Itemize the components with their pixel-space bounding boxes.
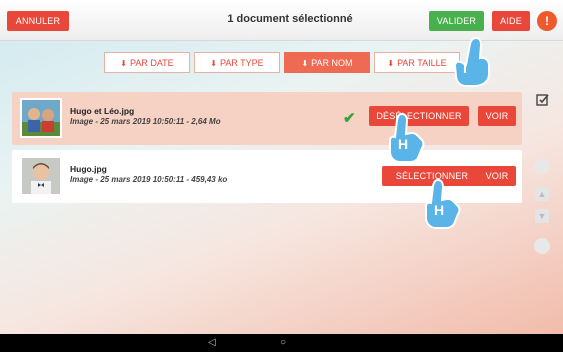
- document-meta: Image - 25 mars 2019 10:50:11 - 2,64 Mo: [70, 117, 221, 126]
- cancel-button[interactable]: ANNULER: [7, 11, 69, 31]
- view-button[interactable]: VOIR: [478, 166, 516, 186]
- photo-thumbnail: [20, 98, 62, 138]
- view-button[interactable]: VOIR: [478, 106, 516, 126]
- pointing-hand-icon: I: [450, 36, 492, 88]
- arrow-down-icon: ⬇: [210, 59, 217, 68]
- pointing-hand-icon: H: [386, 112, 428, 164]
- scroll-bottom-button[interactable]: [534, 238, 550, 254]
- hint-marker-label: I: [463, 60, 467, 76]
- sort-tab-label: PAR TAILLE: [397, 58, 447, 68]
- back-icon[interactable]: ◁: [208, 337, 216, 349]
- home-icon[interactable]: ○: [280, 337, 286, 349]
- validate-button[interactable]: VALIDER: [429, 11, 484, 31]
- arrow-down-icon: ⬇: [301, 59, 309, 68]
- help-button[interactable]: AIDE: [492, 11, 530, 31]
- sort-tab-label: PAR TYPE: [220, 58, 264, 68]
- sort-by-date-tab[interactable]: ⬇ PAR DATE: [104, 52, 190, 73]
- document-meta: Image - 25 mars 2019 10:50:11 - 459,43 k…: [70, 175, 228, 184]
- page-title: 1 document sélectionné: [227, 13, 353, 25]
- sort-by-type-tab[interactable]: ⬇ PAR TYPE: [194, 52, 280, 73]
- sort-by-name-tab[interactable]: ⬇ PAR NOM: [284, 52, 370, 73]
- more-options-button[interactable]: !: [537, 11, 557, 31]
- system-navigation-bar: ◁ ○: [0, 334, 563, 352]
- checkmark-icon: ✔: [343, 110, 356, 127]
- scroll-up-button[interactable]: ▲: [535, 187, 549, 201]
- hint-marker-label: H: [398, 136, 409, 152]
- photo-thumbnail: [20, 156, 62, 196]
- document-row[interactable]: Hugo et Léo.jpg Image - 25 mars 2019 10:…: [12, 92, 522, 145]
- scroll-down-button[interactable]: ▼: [535, 209, 549, 223]
- pointing-hand-icon: H: [422, 178, 464, 230]
- hint-marker-label: H: [434, 202, 445, 218]
- sort-tab-label: PAR DATE: [130, 58, 174, 68]
- sort-tab-label: PAR NOM: [311, 58, 353, 68]
- arrow-down-icon: ⬇: [120, 59, 127, 68]
- edit-selection-icon[interactable]: [536, 93, 550, 107]
- arrow-down-icon: ⬇: [387, 59, 395, 68]
- sort-by-size-tab[interactable]: ⬇ PAR TAILLE: [374, 52, 460, 73]
- top-bar: ANNULER 1 document sélectionné VALIDER A…: [0, 0, 563, 41]
- scroll-top-button[interactable]: [534, 158, 550, 174]
- document-name: Hugo et Léo.jpg: [70, 106, 135, 116]
- document-name: Hugo.jpg: [70, 164, 107, 174]
